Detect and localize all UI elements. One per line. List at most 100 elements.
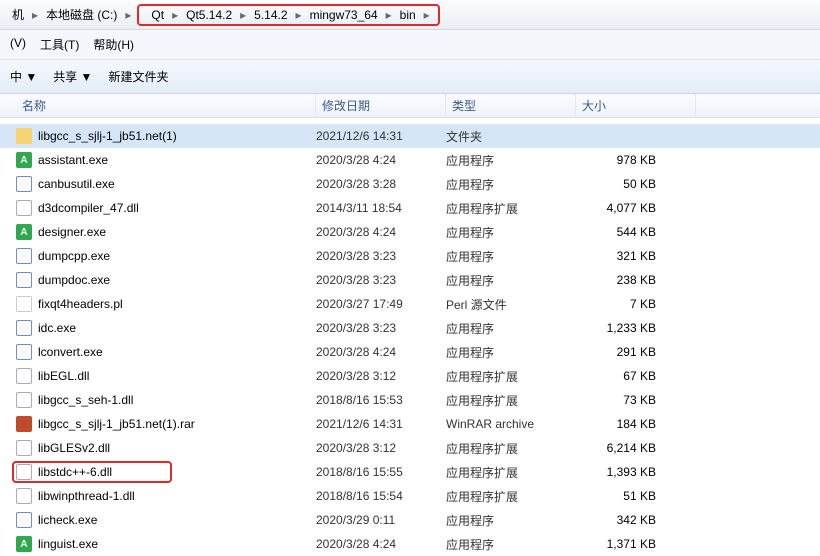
file-size-cell: 321 KB [576,249,696,263]
file-date-cell: 2020/3/28 3:23 [316,321,446,335]
file-size-cell: 1,371 KB [576,537,696,551]
file-row[interactable]: fixqt4headers.pl2020/3/27 17:49Perl 源文件7… [0,292,820,316]
rar-icon [16,416,32,432]
file-type-cell: 应用程序扩展 [446,368,576,385]
share-button[interactable]: 共享 ▼ [53,68,92,85]
file-name-cell: canbusutil.exe [16,176,316,192]
file-date-cell: 2021/12/6 14:31 [316,129,446,143]
column-date[interactable]: 修改日期 [316,94,446,117]
file-name-label: libstdc++-6.dll [38,465,112,479]
file-row[interactable]: Aassistant.exe2020/3/28 4:24应用程序978 KB [0,148,820,172]
exe-icon [16,344,32,360]
file-row[interactable]: libstdc++-6.dll2018/8/16 15:55应用程序扩展1,39… [0,460,820,484]
file-size-cell: 342 KB [576,513,696,527]
breadcrumb-segment[interactable]: 5.14.2 [248,8,293,22]
file-row[interactable]: libEGL.dll2020/3/28 3:12应用程序扩展67 KB [0,364,820,388]
file-row[interactable]: lconvert.exe2020/3/28 4:24应用程序291 KB [0,340,820,364]
toolbar: 中 ▼ 共享 ▼ 新建文件夹 [0,60,820,94]
file-row[interactable]: libwinpthread-1.dll2018/8/16 15:54应用程序扩展… [0,484,820,508]
file-type-cell: WinRAR archive [446,417,576,431]
file-date-cell: 2020/3/28 4:24 [316,225,446,239]
column-header-row: 名称 修改日期 类型 大小 [0,94,820,118]
dll-icon [16,392,32,408]
file-date-cell: 2020/3/28 4:24 [316,537,446,551]
file-row[interactable]: canbusutil.exe2020/3/28 3:28应用程序50 KB [0,172,820,196]
breadcrumb-segment[interactable]: mingw73_64 [304,8,384,22]
file-name-label: dumpcpp.exe [38,249,110,263]
exe-icon [16,512,32,528]
file-name-label: d3dcompiler_47.dll [38,201,139,215]
address-bar: 机 ▸ 本地磁盘 (C:) ▸ Qt▸Qt5.14.2▸5.14.2▸mingw… [0,0,820,30]
file-date-cell: 2020/3/27 17:49 [316,297,446,311]
exe-icon [16,272,32,288]
file-row[interactable]: libgcc_s_sjlj-1_jb51.net(1)2021/12/6 14:… [0,124,820,148]
file-name-label: licheck.exe [38,513,97,527]
breadcrumb-computer[interactable]: 机 [6,6,30,23]
file-name-cell: fixqt4headers.pl [16,296,316,312]
file-type-cell: 应用程序 [446,176,576,193]
breadcrumb-segment[interactable]: Qt5.14.2 [180,8,238,22]
new-folder-button[interactable]: 新建文件夹 [108,68,168,85]
file-name-label: dumpdoc.exe [38,273,110,287]
file-row[interactable]: idc.exe2020/3/28 3:23应用程序1,233 KB [0,316,820,340]
green-icon: A [16,536,32,552]
menu-tools[interactable]: 工具(T) [40,36,79,53]
file-name-cell: licheck.exe [16,512,316,528]
file-name-cell: idc.exe [16,320,316,336]
file-date-cell: 2014/3/11 18:54 [316,201,446,215]
file-name-cell: dumpcpp.exe [16,248,316,264]
file-type-cell: 应用程序 [446,344,576,361]
green-icon: A [16,224,32,240]
file-size-cell: 1,233 KB [576,321,696,335]
file-name-label: libEGL.dll [38,369,89,383]
file-row[interactable]: libgcc_s_seh-1.dll2018/8/16 15:53应用程序扩展7… [0,388,820,412]
column-name[interactable]: 名称 [16,94,316,117]
file-date-cell: 2020/3/28 3:23 [316,249,446,263]
exe-icon [16,248,32,264]
breadcrumb-segment[interactable]: bin [394,8,422,22]
file-size-cell: 978 KB [576,153,696,167]
file-size-cell: 6,214 KB [576,441,696,455]
file-type-cell: 应用程序扩展 [446,440,576,457]
chevron-right-icon: ▸ [170,8,180,22]
file-type-cell: 应用程序 [446,536,576,553]
file-type-cell: 应用程序 [446,224,576,241]
column-type[interactable]: 类型 [446,94,576,117]
file-row[interactable]: Alinguist.exe2020/3/28 4:24应用程序1,371 KB [0,532,820,556]
file-row[interactable]: libGLESv2.dll2020/3/28 3:12应用程序扩展6,214 K… [0,436,820,460]
file-size-cell: 238 KB [576,273,696,287]
dll-icon [16,488,32,504]
file-date-cell: 2020/3/28 3:23 [316,273,446,287]
dll-icon [16,368,32,384]
file-date-cell: 2018/8/16 15:55 [316,465,446,479]
file-name-label: fixqt4headers.pl [38,297,123,311]
chevron-right-icon: ▸ [294,8,304,22]
menu-view[interactable]: (V) [10,36,26,53]
chevron-right-icon: ▸ [123,8,133,22]
file-row[interactable]: dumpcpp.exe2020/3/28 3:23应用程序321 KB [0,244,820,268]
file-row[interactable]: dumpdoc.exe2020/3/28 3:23应用程序238 KB [0,268,820,292]
file-row[interactable]: licheck.exe2020/3/29 0:11应用程序342 KB [0,508,820,532]
file-type-cell: 应用程序 [446,512,576,529]
file-date-cell: 2020/3/28 3:12 [316,441,446,455]
menu-help[interactable]: 帮助(H) [93,36,134,53]
file-date-cell: 2020/3/28 3:12 [316,369,446,383]
chevron-right-icon: ▸ [384,8,394,22]
file-row[interactable]: Adesigner.exe2020/3/28 4:24应用程序544 KB [0,220,820,244]
folder-icon [16,128,32,144]
column-size[interactable]: 大小 [576,94,696,117]
dll-icon [16,440,32,456]
organize-button[interactable]: 中 ▼ [10,68,37,85]
file-date-cell: 2020/3/28 4:24 [316,345,446,359]
breadcrumb-segment[interactable]: Qt [145,8,170,22]
file-date-cell: 2021/12/6 14:31 [316,417,446,431]
file-row[interactable]: d3dcompiler_47.dll2014/3/11 18:54应用程序扩展4… [0,196,820,220]
file-type-cell: Perl 源文件 [446,296,576,313]
file-date-cell: 2018/8/16 15:54 [316,489,446,503]
breadcrumb-highlight: Qt▸Qt5.14.2▸5.14.2▸mingw73_64▸bin▸ [137,4,439,26]
file-name-cell: libEGL.dll [16,368,316,384]
file-row[interactable]: libgcc_s_sjlj-1_jb51.net(1).rar2021/12/6… [0,412,820,436]
file-name-label: lconvert.exe [38,345,103,359]
breadcrumb-disk[interactable]: 本地磁盘 (C:) [40,6,123,23]
file-type-cell: 应用程序扩展 [446,464,576,481]
